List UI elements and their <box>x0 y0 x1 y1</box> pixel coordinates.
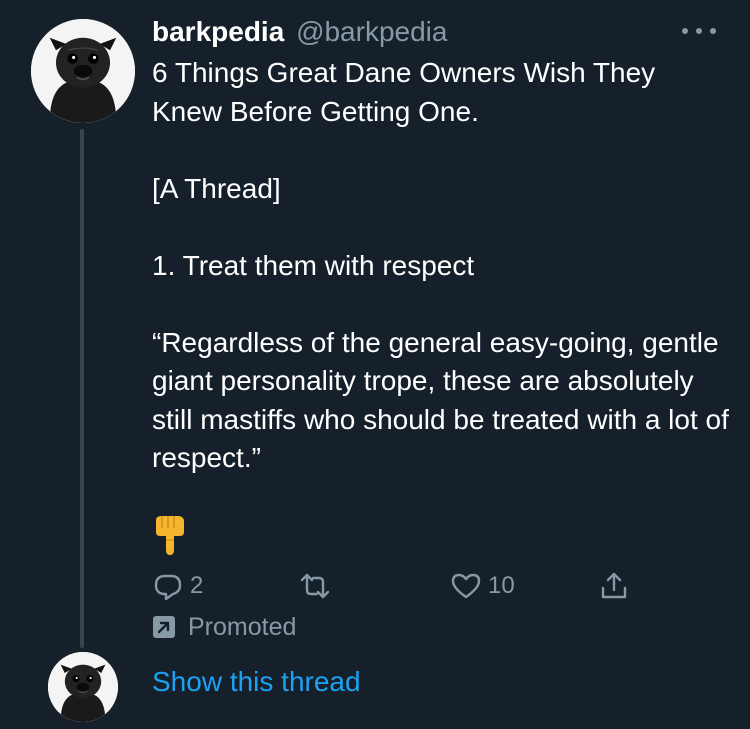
promoted-indicator[interactable]: Promoted <box>152 610 296 644</box>
promoted-label: Promoted <box>188 612 297 641</box>
display-name[interactable]: barkpedia <box>152 16 284 47</box>
more-dot <box>682 28 688 34</box>
pug-avatar-image <box>31 19 135 123</box>
show-thread-link[interactable]: Show this thread <box>152 662 361 702</box>
more-options-icon[interactable] <box>682 20 716 42</box>
backhand-index-pointing-down-icon <box>156 516 184 555</box>
reply-count: 2 <box>190 572 204 599</box>
heart-icon <box>451 573 481 599</box>
tweet-body-text: 6 Things Great Dane Owners Wish They Kne… <box>152 57 729 473</box>
reply-button[interactable]: 2 <box>152 566 203 606</box>
more-dot <box>710 28 716 34</box>
thread-connector-line <box>80 129 84 648</box>
like-count: 10 <box>488 572 515 599</box>
avatar[interactable] <box>31 19 135 123</box>
like-button[interactable]: 10 <box>450 566 515 606</box>
tweet-header: barkpedia @barkpedia <box>152 14 447 50</box>
retweet-icon <box>300 573 330 599</box>
tweet-actions: 2 10 <box>152 566 642 606</box>
pug-avatar-image <box>48 652 118 722</box>
user-handle[interactable]: @barkpedia <box>296 16 447 47</box>
reply-icon <box>154 574 182 601</box>
share-icon <box>601 572 627 599</box>
tweet-text: 6 Things Great Dane Owners Wish They Kne… <box>152 54 732 478</box>
more-dot <box>696 28 702 34</box>
promoted-icon <box>153 616 175 638</box>
retweet-button[interactable] <box>299 566 331 606</box>
thread-avatar[interactable] <box>48 652 118 722</box>
share-button[interactable] <box>598 566 630 606</box>
